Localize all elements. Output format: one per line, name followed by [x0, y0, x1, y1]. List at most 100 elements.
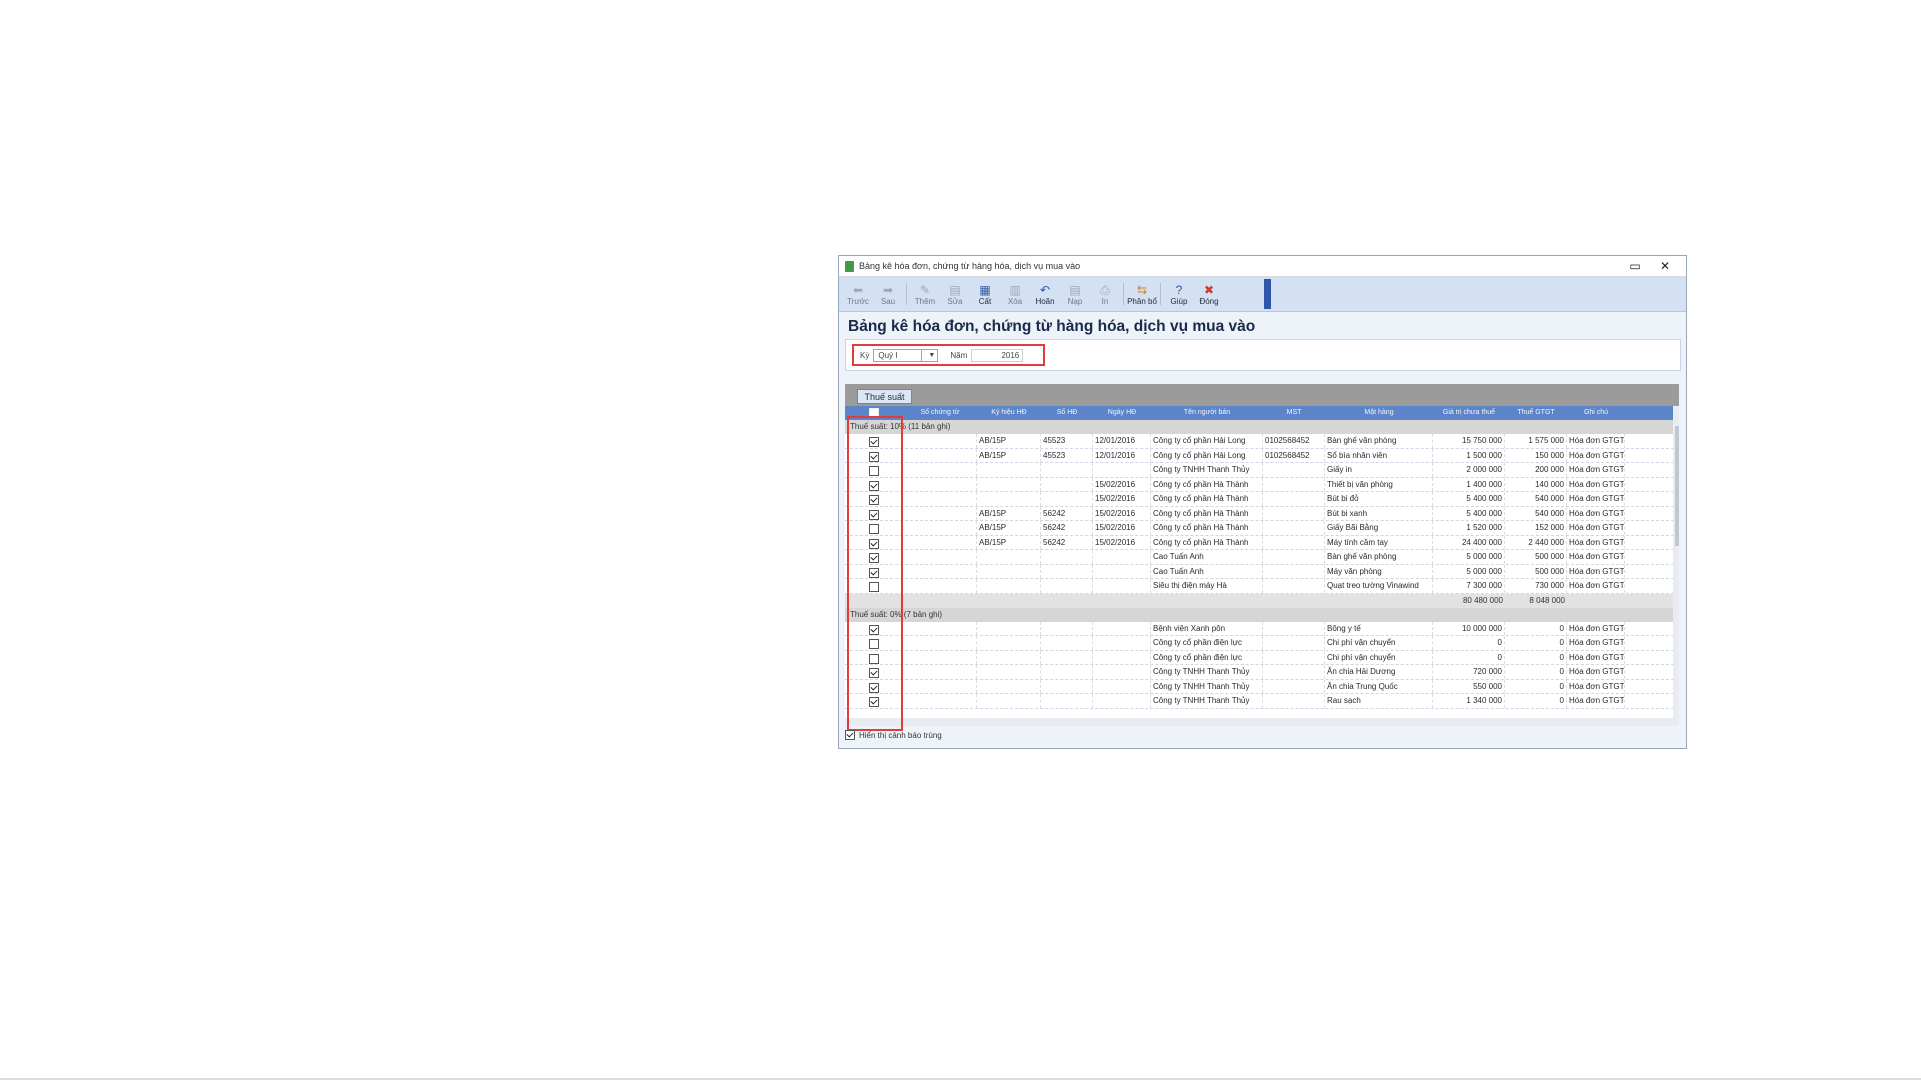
table-row[interactable]: AB/15P 56242 15/02/2016 Công ty cổ phần Hà … — [845, 521, 1679, 536]
toolbar: ⬅ Trước ➡ Sau ✎ Thêm ▤ Sửa ▦ Cất ▥ Xóa ↶ Hoãn ▤ Nạp ⎙ In ⇆… — [839, 277, 1686, 312]
chevron-down-icon[interactable]: ▼ — [921, 349, 937, 361]
cell-so-ct — [903, 650, 977, 664]
period-label: Kỳ — [860, 350, 870, 360]
table-row[interactable]: 15/02/2016 Công ty cổ phần Hà Thành Bút bi… — [845, 492, 1679, 507]
title-bar: Bảng kê hóa đơn, chứng từ hàng hóa, dịch… — [839, 256, 1686, 277]
table-row[interactable]: Cao Tuấn Anh Máy văn phòng 5 000 000 500 00… — [845, 564, 1679, 579]
table-row[interactable]: Siêu thị điện máy Hà Quạt treo tường Vina… — [845, 579, 1679, 594]
close-window-button[interactable]: ✕ — [1650, 259, 1680, 273]
save-icon: ▦ — [979, 282, 991, 297]
column-header-9[interactable]: Thuế GTGT — [1505, 406, 1567, 420]
column-header-4[interactable]: Ngày HĐ — [1093, 406, 1151, 420]
cell-gia-tri: 550 000 — [1433, 679, 1505, 693]
cell-ky-hieu — [977, 650, 1041, 664]
cell-gia-tri: 1 340 000 — [1433, 694, 1505, 708]
toolbar-button-9[interactable]: ⇆ Phân bổ — [1127, 277, 1157, 311]
table-row[interactable]: Công ty TNHH Thanh Thủy Ăn chia Trung Quố… — [845, 679, 1679, 694]
group-row[interactable]: Thuế suất: 0% (7 bản ghi) — [845, 607, 1679, 622]
undo-icon: ↶ — [1039, 282, 1051, 297]
toolbar-button-label: Sau — [880, 296, 896, 306]
table-row[interactable]: Công ty cổ phần điện lực Chi phí vận chuy… — [845, 650, 1679, 665]
toolbar-separator — [906, 283, 907, 305]
table-row[interactable]: Cao Tuấn Anh Bàn ghế văn phòng 5 000 000 50… — [845, 550, 1679, 565]
table-row[interactable]: Bệnh viện Xanh pôn Bông y tế 10 000 000 0 Hó… — [845, 621, 1679, 636]
cell-ky-hieu: AB/15P — [977, 521, 1041, 535]
maximize-button[interactable]: ▭ — [1620, 259, 1650, 273]
table-row[interactable]: 15/02/2016 Công ty cổ phần Hà Thành Thiết … — [845, 477, 1679, 492]
period-select[interactable]: Quý I ▼ — [873, 348, 939, 362]
table-row[interactable]: Công ty TNHH Thanh Thủy Giấy in 2 000 000 2… — [845, 463, 1679, 478]
column-header-6[interactable]: MST — [1263, 406, 1325, 420]
cell-thue: 2 440 000 — [1505, 535, 1567, 549]
column-header-7[interactable]: Mặt hàng — [1325, 406, 1433, 420]
cell-ghi-chu: Hóa đơn GTGT — [1567, 636, 1625, 650]
toolbar-button-0[interactable]: ⬅ Trước — [843, 277, 873, 311]
cell-so-hd: 56242 — [1041, 535, 1093, 549]
table-row[interactable]: AB/15P 56242 15/02/2016 Công ty cổ phần Hà … — [845, 506, 1679, 521]
window-title: Bảng kê hóa đơn, chứng từ hàng hóa, dịch… — [859, 261, 1081, 271]
cell-so-hd — [1041, 477, 1093, 491]
table-row[interactable]: AB/15P 56242 15/02/2016 Công ty cổ phần Hà … — [845, 535, 1679, 550]
table-row[interactable]: AB/15P 45523 12/01/2016 Công ty cổ phần Hải… — [845, 448, 1679, 463]
toolbar-button-5[interactable]: ▥ Xóa — [1000, 277, 1030, 311]
cell-mst — [1263, 463, 1325, 477]
toolbar-button-2[interactable]: ✎ Thêm — [910, 277, 940, 311]
cell-so-hd: 56242 — [1041, 521, 1093, 535]
year-label: Năm — [950, 350, 968, 360]
cell-so-ct — [903, 434, 977, 448]
cell-mat-hang: Chi phí vận chuyển — [1325, 650, 1433, 664]
cell-thue: 150 000 — [1505, 448, 1567, 462]
cell-gia-tri: 0 — [1433, 650, 1505, 664]
toolbar-button-1[interactable]: ➡ Sau — [873, 277, 903, 311]
toolbar-button-4[interactable]: ▦ Cất — [970, 277, 1000, 311]
cell-thue: 0 — [1505, 650, 1567, 664]
horizontal-scrollbar[interactable] — [845, 718, 1679, 726]
toolbar-button-10[interactable]: ? Giúp — [1164, 277, 1194, 311]
toolbar-button-3[interactable]: ▤ Sửa — [940, 277, 970, 311]
column-header-5[interactable]: Tên người bán — [1151, 406, 1263, 420]
vertical-scrollbar[interactable] — [1673, 406, 1679, 718]
cell-ngay — [1093, 579, 1151, 593]
cell-thue: 0 — [1505, 694, 1567, 708]
cell-ngay — [1093, 550, 1151, 564]
column-header-1[interactable]: Số chứng từ — [903, 406, 977, 420]
warn-duplicate-checkbox[interactable] — [845, 730, 855, 740]
toolbar-button-6[interactable]: ↶ Hoãn — [1030, 277, 1060, 311]
toolbar-button-8[interactable]: ⎙ In — [1090, 277, 1120, 311]
cell-gia-tri: 5 400 000 — [1433, 492, 1505, 506]
period-filter: Kỳ Quý I ▼ Năm 2016 — [852, 344, 1045, 366]
cell-so-ct — [903, 621, 977, 635]
table-row[interactable]: Công ty TNHH Thanh Thủy Rau sạch 1 340 000… — [845, 694, 1679, 709]
invoice-list-window: Bảng kê hóa đơn, chứng từ hàng hóa, dịch… — [838, 255, 1687, 749]
column-header-10[interactable]: Ghi chú — [1567, 406, 1625, 420]
footer-option[interactable]: Hiển thị cảnh báo trùng — [845, 730, 942, 740]
cell-so-ct — [903, 448, 977, 462]
column-header-8[interactable]: Giá trị chưa thuế — [1433, 406, 1505, 420]
cell-ngay — [1093, 694, 1151, 708]
cell-ghi-chu: Hóa đơn GTGT — [1567, 506, 1625, 520]
column-header-3[interactable]: Số HĐ — [1041, 406, 1093, 420]
group-row[interactable]: Thuế suất: 10% (11 bản ghi) — [845, 420, 1679, 434]
cell-gia-tri: 15 750 000 — [1433, 434, 1505, 448]
toolbar-button-11[interactable]: ✖ Đóng — [1194, 277, 1224, 311]
cell-mst — [1263, 564, 1325, 578]
toolbar-button-7[interactable]: ▤ Nạp — [1060, 277, 1090, 311]
table-row[interactable]: AB/15P 45523 12/01/2016 Công ty cổ phần Hải… — [845, 434, 1679, 449]
group-tab-tax-rate[interactable]: Thuế suất — [857, 389, 912, 404]
scroll-thumb[interactable] — [1675, 426, 1679, 546]
cell-mat-hang: Bút bi xanh — [1325, 506, 1433, 520]
year-input[interactable]: 2016 — [971, 348, 1024, 362]
cell-mat-hang: Bàn ghế văn phòng — [1325, 434, 1433, 448]
cell-thue: 500 000 — [1505, 550, 1567, 564]
cell-ten: Công ty cổ phần Hà Thành — [1151, 477, 1263, 491]
cell-ghi-chu: Hóa đơn GTGT — [1567, 621, 1625, 635]
cell-mat-hang: Ăn chia Trung Quốc — [1325, 679, 1433, 693]
cell-so-hd — [1041, 463, 1093, 477]
cell-gia-tri: 24 400 000 — [1433, 535, 1505, 549]
column-header-2[interactable]: Ký hiệu HĐ — [977, 406, 1041, 420]
grid-body: Thuế suất: 10% (11 bản ghi) AB/15P 45523 12… — [845, 420, 1679, 709]
table-row[interactable]: Công ty TNHH Thanh Thủy Ăn chia Hải Dương… — [845, 665, 1679, 680]
table-row[interactable]: Công ty cổ phần điện lực Chi phí vận chuy… — [845, 636, 1679, 651]
checkbox-column-highlight — [847, 416, 903, 731]
cell-ghi-chu: Hóa đơn GTGT — [1567, 679, 1625, 693]
